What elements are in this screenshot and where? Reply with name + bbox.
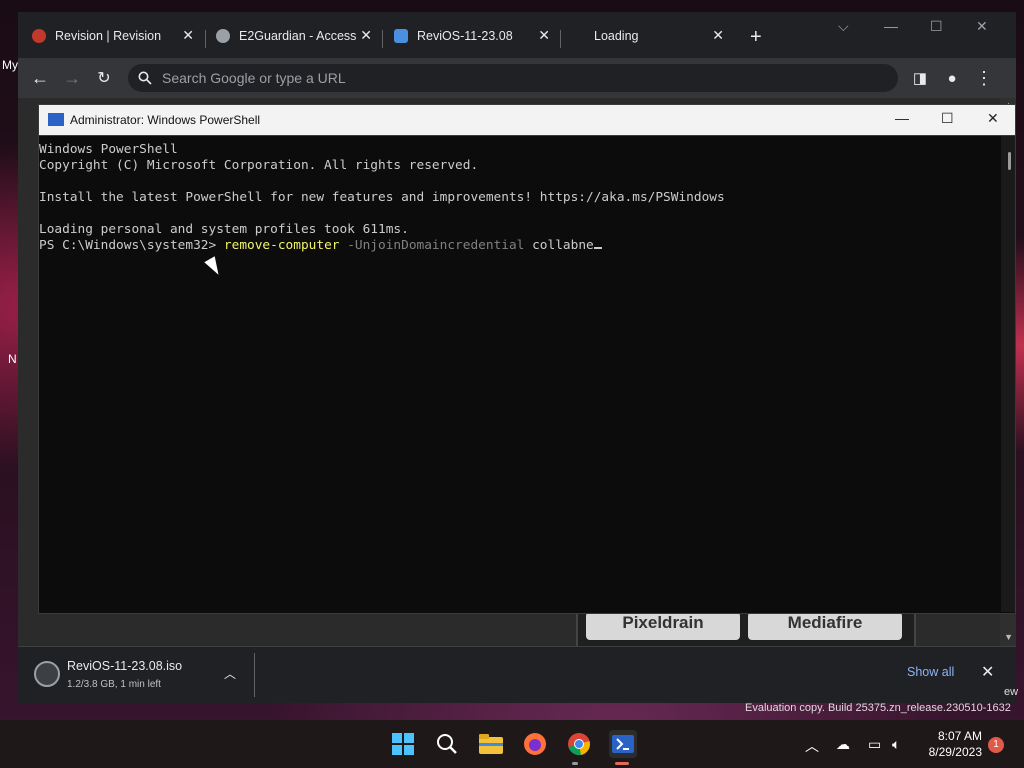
tab-title: Loading (594, 29, 639, 43)
active-indicator (615, 762, 629, 765)
tab-title: ReviOS-11-23.08 (417, 29, 513, 43)
tab-loading[interactable]: Loading ✕ (572, 22, 732, 50)
console-line: Windows PowerShell (39, 142, 178, 157)
tab-close-icon[interactable]: ✕ (538, 27, 550, 44)
console-line: Install the latest PowerShell for new fe… (39, 190, 725, 205)
tab-strip: Revision | Revision ✕ E2Guardian - Acces… (18, 12, 1016, 58)
scroll-down-icon[interactable]: ▼ (1004, 632, 1013, 642)
profile-icon[interactable]: ● (940, 66, 964, 90)
maximize-icon[interactable]: ☐ (941, 110, 954, 127)
new-tab-button[interactable]: + (750, 26, 762, 49)
omnibox-placeholder: Search Google or type a URL (162, 70, 346, 86)
globe-icon (216, 29, 230, 43)
revision-favicon-icon (32, 29, 46, 43)
network-icon[interactable]: ▭ (868, 736, 881, 753)
powershell-taskbar-icon[interactable] (609, 730, 637, 758)
console-output[interactable]: Windows PowerShell Copyright (C) Microso… (39, 136, 1001, 618)
tab-search-chevron-icon[interactable]: ⌵ (838, 18, 849, 35)
tab-close-icon[interactable]: ✕ (182, 27, 194, 44)
watermark-fragment: ew (1004, 686, 1019, 698)
console-line: Loading personal and system profiles too… (39, 222, 409, 237)
minimize-icon[interactable]: — (884, 18, 898, 34)
download-filename[interactable]: ReviOS-11-23.08.iso (67, 659, 182, 673)
onedrive-icon[interactable]: ☁ (836, 736, 850, 753)
window-title: Administrator: Windows PowerShell (70, 113, 261, 127)
close-downloads-icon[interactable]: ✕ (981, 662, 994, 682)
omnibox[interactable]: Search Google or type a URL (128, 64, 898, 92)
firefox-icon[interactable] (521, 730, 549, 758)
notification-badge[interactable]: 1 (988, 737, 1004, 753)
powershell-titlebar[interactable]: Administrator: Windows PowerShell — ☐ ✕ (39, 105, 1015, 136)
clock-date[interactable]: 8/29/2023 (912, 745, 982, 759)
clock-time[interactable]: 8:07 AM (922, 729, 982, 743)
close-icon[interactable]: ✕ (987, 110, 999, 127)
tab-separator (205, 30, 206, 48)
taskbar: ︿ ☁ ▭ 🔈︎ (0, 720, 1024, 768)
powershell-window: Administrator: Windows PowerShell — ☐ ✕ … (38, 104, 1016, 614)
maximize-icon[interactable]: ☐ (930, 18, 943, 35)
tab-e2guardian[interactable]: E2Guardian - Access ✕ (216, 22, 380, 50)
side-panel-icon[interactable]: ◨ (908, 66, 932, 90)
text-cursor (593, 247, 602, 249)
scroll-thumb[interactable] (1008, 152, 1011, 170)
volume-icon[interactable]: 🔈︎ (892, 736, 900, 753)
download-progress-icon (34, 661, 60, 687)
command-text: remove-computer (223, 238, 340, 253)
tab-close-icon[interactable]: ✕ (712, 27, 724, 44)
tab-title: Revision | Revision (55, 29, 162, 43)
powershell-icon (48, 113, 64, 126)
command-line[interactable]: PS C:\Windows\system32> remove-computer … (39, 238, 1001, 254)
prompt: PS C:\Windows\system32> (39, 238, 224, 253)
tab-separator (560, 30, 561, 48)
back-arrow-icon[interactable]: ← (28, 66, 52, 90)
tab-revios[interactable]: ReviOS-11-23.08 ✕ (394, 22, 558, 50)
console-scrollbar[interactable] (1001, 136, 1015, 612)
divider (254, 653, 255, 697)
menu-kebab-icon[interactable]: ⋮ (972, 66, 996, 90)
close-icon[interactable]: ✕ (976, 18, 988, 35)
reload-icon[interactable]: ↻ (92, 66, 116, 90)
browser-toolbar: ← → ↻ Search Google or type a URL ◨ ● ⋮ (18, 58, 1016, 98)
chevron-up-icon[interactable]: ︿ (224, 665, 236, 682)
running-indicator (572, 762, 578, 765)
desktop-icon-label[interactable]: N (8, 352, 17, 366)
revios-favicon-icon (394, 29, 408, 43)
tab-close-icon[interactable]: ✕ (360, 27, 372, 44)
search-icon[interactable] (433, 730, 461, 758)
forward-arrow-icon[interactable]: → (60, 66, 84, 90)
download-status: 1.2/3.8 GB, 1 min left (67, 679, 161, 690)
chrome-icon[interactable] (565, 730, 593, 758)
minimize-icon[interactable]: — (895, 110, 909, 126)
tab-title: E2Guardian - Access (239, 29, 357, 43)
start-windows-icon[interactable] (389, 730, 417, 758)
show-all-downloads-link[interactable]: Show all (907, 665, 954, 679)
search-icon (138, 71, 152, 85)
parameter-text: -UnjoinDomaincredential (339, 238, 525, 253)
downloads-bar: ReviOS-11-23.08.iso 1.2/3.8 GB, 1 min le… (18, 646, 1016, 703)
evaluation-watermark: Evaluation copy. Build 25375.zn_release.… (745, 702, 1011, 714)
argument-text: collabne (524, 238, 594, 253)
show-hidden-icons-chevron-icon[interactable]: ︿ (805, 736, 819, 756)
desktop-icon-label[interactable]: My (2, 58, 18, 72)
file-explorer-icon[interactable] (477, 730, 505, 758)
console-line: Copyright (C) Microsoft Corporation. All… (39, 158, 479, 173)
tab-revision[interactable]: Revision | Revision ✕ (32, 22, 202, 50)
tab-separator (382, 30, 383, 48)
